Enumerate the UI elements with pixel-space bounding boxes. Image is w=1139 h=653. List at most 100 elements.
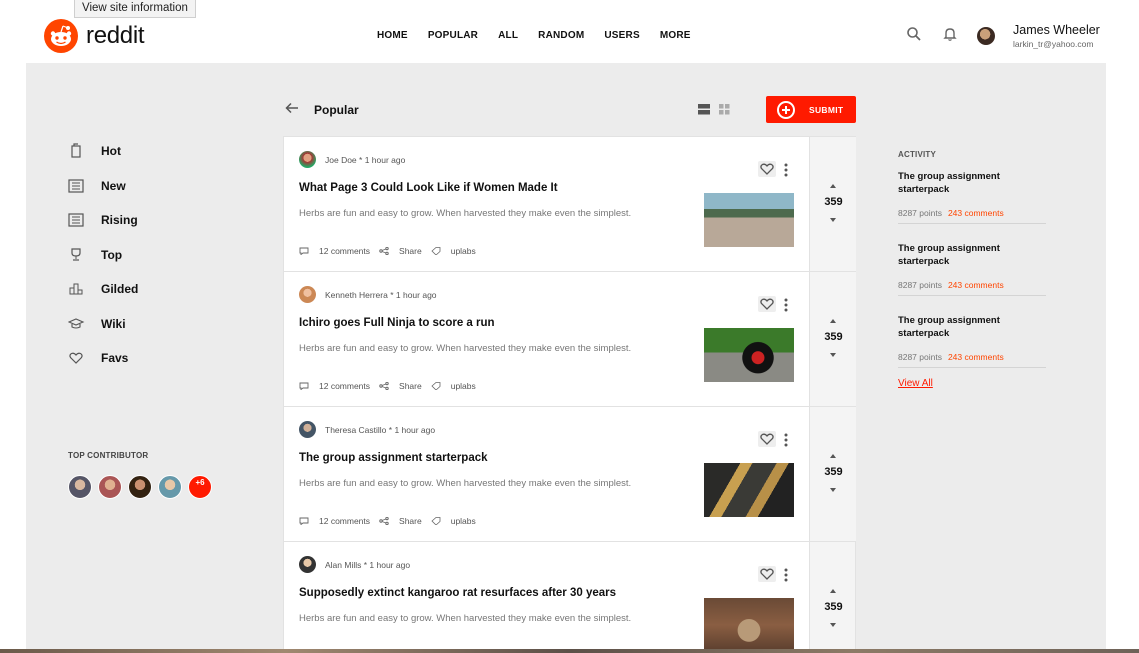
post-title[interactable]: Ichiro goes Full Ninja to score a run [299,317,495,329]
plus-icon [777,100,795,119]
submit-button[interactable]: SUBMIT [766,96,856,123]
activity-stats: 8287 points 243 comments [898,208,1046,224]
avatar[interactable] [98,475,122,499]
grid-view-icon[interactable] [719,102,730,120]
post-title[interactable]: The group assignment starterpack [299,452,488,464]
nav-home[interactable]: HOME [377,30,408,41]
more-options-icon[interactable] [784,298,788,312]
downvote-icon[interactable] [830,218,836,222]
upvote-icon[interactable] [830,184,836,188]
avatar[interactable] [977,27,995,45]
tag-link[interactable]: uplabs [451,516,476,526]
graduation-cap-icon [67,316,86,332]
post-thumbnail[interactable] [704,193,794,247]
vote-count: 359 [824,466,843,478]
post-card[interactable]: Theresa Castillo * 1 hour ago The group … [283,406,856,542]
activity-item[interactable]: The group assignment starterpack 8287 po… [898,170,1046,224]
more-options-icon[interactable] [784,433,788,447]
trophy-icon [68,247,86,263]
activity-points: 8287 points [898,208,942,218]
avatar[interactable] [68,475,92,499]
back-arrow-icon[interactable] [285,101,299,114]
activity-title[interactable]: The group assignment starterpack [898,242,1018,268]
nav-all[interactable]: ALL [498,30,518,41]
activity-item[interactable]: The group assignment starterpack 8287 po… [898,242,1046,296]
heart-icon [68,350,86,366]
heart-icon[interactable] [758,566,776,582]
share-link[interactable]: Share [399,246,422,256]
avatar[interactable] [299,151,316,168]
more-options-icon[interactable] [784,163,788,177]
heart-icon[interactable] [758,161,776,177]
sidebar-item-favs[interactable]: Favs [68,350,128,366]
activity-title[interactable]: The group assignment starterpack [898,170,1018,196]
comments-link[interactable]: 12 comments [319,381,370,391]
sidebar-item-rising[interactable]: Rising [68,212,138,228]
share-link[interactable]: Share [399,516,422,526]
activity-item[interactable]: The group assignment starterpack 8287 po… [898,314,1046,368]
user-email: larkin_tr@yahoo.com [1013,39,1094,49]
post-card[interactable]: Kenneth Herrera * 1 hour ago Ichiro goes… [283,271,856,407]
vote-column: 359 [809,542,855,652]
post-author[interactable]: Alan Mills [325,560,361,570]
avatar[interactable] [299,286,316,303]
post-time: 1 hour ago [369,560,411,570]
tag-link[interactable]: uplabs [451,381,476,391]
post-card[interactable]: Alan Mills * 1 hour ago Supposedly extin… [283,541,856,653]
share-icon [379,382,389,390]
nav-random[interactable]: RANDOM [538,30,584,41]
bell-icon[interactable] [942,26,958,42]
avatar[interactable] [299,556,316,573]
post-author[interactable]: Joe Doe [325,155,357,165]
main-nav: HOME POPULAR ALL RANDOM USERS MORE [377,30,711,41]
post-excerpt: Herbs are fun and easy to grow. When har… [299,613,632,624]
sidebar-item-gilded[interactable]: Gilded [68,281,138,297]
nav-users[interactable]: USERS [604,30,639,41]
heart-icon[interactable] [758,431,776,447]
avatar[interactable] [158,475,182,499]
comments-link[interactable]: 12 comments [319,246,370,256]
nav-more[interactable]: MORE [660,30,691,41]
nav-popular[interactable]: POPULAR [428,30,478,41]
upvote-icon[interactable] [830,589,836,593]
user-name[interactable]: James Wheeler [1013,23,1100,37]
post-thumbnail[interactable] [704,328,794,382]
share-link[interactable]: Share [399,381,422,391]
downvote-icon[interactable] [830,623,836,627]
tag-link[interactable]: uplabs [451,246,476,256]
post-thumbnail[interactable] [704,463,794,517]
activity-comments[interactable]: 243 comments [948,352,1004,362]
view-all-link[interactable]: View All [898,378,933,389]
sidebar-item-new[interactable]: New [68,178,126,194]
post-author[interactable]: Kenneth Herrera [325,290,388,300]
post-thumbnail[interactable] [704,598,794,652]
post-title[interactable]: What Page 3 Could Look Like if Women Mad… [299,182,558,194]
sidebar-item-hot[interactable]: Hot [68,143,121,159]
heart-icon[interactable] [758,296,776,312]
search-icon[interactable] [906,26,922,42]
post-time: 1 hour ago [364,155,406,165]
downvote-icon[interactable] [830,353,836,357]
list-view-icon[interactable] [698,102,710,120]
downvote-icon[interactable] [830,488,836,492]
post-title[interactable]: Supposedly extinct kangaroo rat resurfac… [299,587,616,599]
logo[interactable]: reddit [44,19,145,53]
upvote-icon[interactable] [830,319,836,323]
activity-title[interactable]: The group assignment starterpack [898,314,1018,340]
upvote-icon[interactable] [830,454,836,458]
sidebar-item-label: Favs [101,351,129,365]
activity-comments[interactable]: 243 comments [948,280,1004,290]
post-card[interactable]: Joe Doe * 1 hour ago What Page 3 Could L… [283,136,856,272]
vote-column: 359 [809,136,856,272]
avatar[interactable] [128,475,152,499]
vote-count: 359 [824,331,843,343]
comments-link[interactable]: 12 comments [319,516,370,526]
more-options-icon[interactable] [784,568,788,582]
avatar[interactable] [299,421,316,438]
sidebar-item-wiki[interactable]: Wiki [67,316,126,332]
more-contributors-badge[interactable]: +6 [188,475,212,499]
activity-comments[interactable]: 243 comments [948,208,1004,218]
post-author[interactable]: Theresa Castillo [325,425,386,435]
sidebar-item-top[interactable]: Top [68,247,122,263]
post-excerpt: Herbs are fun and easy to grow. When har… [299,343,632,354]
